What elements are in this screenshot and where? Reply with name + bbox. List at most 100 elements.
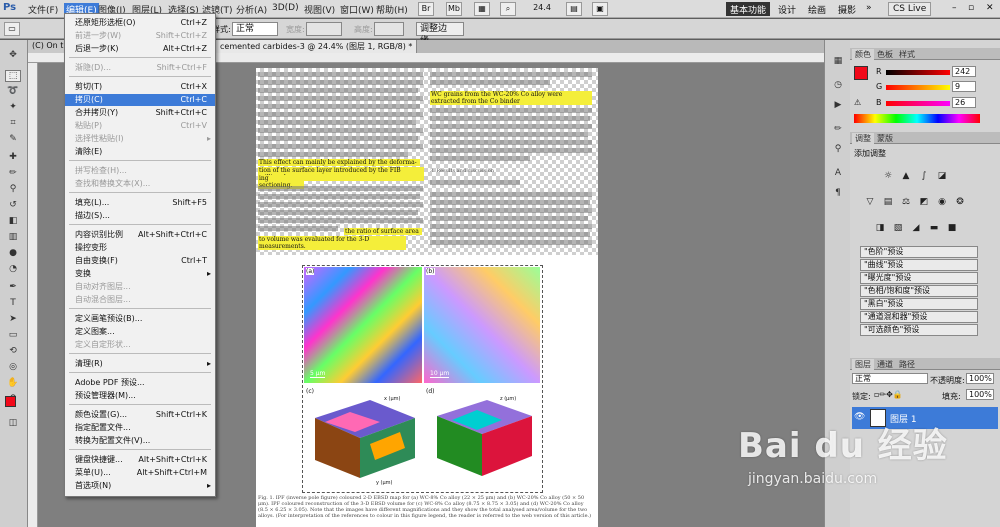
preset-levels[interactable]: "色阶"预设 [860, 246, 978, 258]
menu-find-replace[interactable]: 查找和替换文本(X)... [65, 178, 215, 190]
menu-help[interactable]: 帮助(H) [376, 3, 408, 16]
gamut-warning-icon[interactable]: ⚠ [854, 98, 861, 107]
workspace-painting[interactable]: 绘画 [804, 2, 830, 16]
workspace-more[interactable]: » [862, 2, 876, 16]
menu-pdf-presets[interactable]: Adobe PDF 预设... [65, 377, 215, 389]
menu-define-pattern[interactable]: 定义图案... [65, 326, 215, 338]
menu-auto-align[interactable]: 自动对齐图层... [65, 281, 215, 293]
close-button[interactable]: ✕ [982, 2, 998, 16]
clone-stamp-icon[interactable]: ⚲ [5, 184, 21, 196]
workspace-photography[interactable]: 摄影 [834, 2, 860, 16]
marquee-tool-icon[interactable]: ⬚ [5, 70, 21, 82]
color-balance-icon[interactable]: ⚖ [900, 196, 912, 208]
preset-selective-color[interactable]: "可选颜色"预设 [860, 324, 978, 336]
exposure-icon[interactable]: ◪ [936, 170, 948, 182]
preset-curves[interactable]: "曲线"预设 [860, 259, 978, 271]
preset-channel-mixer[interactable]: "通道混和器"预设 [860, 311, 978, 323]
hand-tool-icon[interactable]: ✋ [5, 378, 21, 390]
g-slider[interactable] [886, 85, 950, 90]
clone-source-icon[interactable]: ⚲ [830, 144, 846, 156]
r-slider[interactable] [886, 70, 950, 75]
preset-hue-saturation[interactable]: "色相/饱和度"预设 [860, 285, 978, 297]
threshold-icon[interactable]: ◢ [910, 222, 922, 234]
menu-spell-check[interactable]: 拼写检查(H)... [65, 165, 215, 177]
menu-step-backward[interactable]: 后退一步(K) Alt+Ctrl+Z [65, 43, 215, 55]
menu-convert-profile[interactable]: 转换为配置文件(V)... [65, 435, 215, 447]
refine-edge-button[interactable]: 调整边缘... [416, 22, 464, 46]
menu-copy-merged[interactable]: 合并拷贝(Y) Shift+Ctrl+C [65, 107, 215, 119]
menu-fade[interactable]: 渐隐(D)... Shift+Ctrl+F [65, 62, 215, 74]
brush-tool-icon[interactable]: ✏ [5, 168, 21, 180]
lasso-tool-icon[interactable]: ➰ [5, 86, 21, 98]
menu-3d[interactable]: 3D(D) [272, 3, 299, 13]
menu-clear[interactable]: 清除(E) [65, 146, 215, 158]
preset-black-white[interactable]: "黑白"预设 [860, 298, 978, 310]
height-field[interactable] [374, 22, 404, 36]
minimize-button[interactable]: – [948, 2, 961, 16]
tab-masks[interactable]: 蒙版 [874, 133, 896, 144]
magic-wand-icon[interactable]: ✦ [5, 102, 21, 114]
menu-paste-special[interactable]: 选择性粘贴(I) ▸ [65, 133, 215, 145]
opacity-field[interactable]: 100% [966, 373, 994, 384]
foreground-color-chip[interactable] [854, 66, 868, 80]
menu-content-aware-scale[interactable]: 内容识别比例 Alt+Shift+Ctrl+C [65, 229, 215, 241]
gradient-tool-icon[interactable]: ▥ [5, 232, 21, 244]
menu-window[interactable]: 窗口(W) [340, 3, 374, 16]
g-value[interactable]: 9 [952, 81, 976, 92]
menu-file[interactable]: 文件(F) [28, 3, 58, 16]
quick-mask-icon[interactable]: ◫ [5, 418, 21, 430]
tab-channels[interactable]: 通道 [874, 359, 896, 370]
menu-view[interactable]: 视图(V) [304, 3, 335, 16]
menu-assign-profile[interactable]: 指定配置文件... [65, 422, 215, 434]
style-select[interactable]: 正常 [232, 22, 278, 36]
menu-undo[interactable]: 还原矩形选框(O) Ctrl+Z [65, 17, 215, 29]
tab-adjustments[interactable]: 调整 [852, 133, 874, 144]
invert-icon[interactable]: ◨ [874, 222, 886, 234]
menu-preset-manager[interactable]: 预设管理器(M)... [65, 390, 215, 402]
tab-swatches[interactable]: 色板 [874, 49, 896, 60]
brightness-icon[interactable]: ☼ [882, 170, 894, 182]
r-value[interactable]: 242 [952, 66, 976, 77]
selective-color-icon[interactable]: ■ [946, 222, 958, 234]
tab-layers[interactable]: 图层 [852, 359, 874, 370]
menu-cut[interactable]: 剪切(T) Ctrl+X [65, 81, 215, 93]
preset-exposure[interactable]: "曝光度"预设 [860, 272, 978, 284]
marquee-preset-icon[interactable]: ▭ [4, 22, 20, 36]
restore-button[interactable]: ▫ [964, 2, 978, 16]
actions-icon[interactable]: ▶ [830, 100, 846, 112]
channel-mixer-icon[interactable]: ❂ [954, 196, 966, 208]
arrange-icon[interactable]: ▤ [566, 2, 582, 16]
menu-paste[interactable]: 粘贴(P) Ctrl+V [65, 120, 215, 132]
path-select-icon[interactable]: ➤ [5, 314, 21, 326]
history-brush-icon[interactable]: ↺ [5, 200, 21, 212]
foreground-color-swatch[interactable] [5, 396, 16, 407]
menu-preferences[interactable]: 首选项(N) ▸ [65, 480, 215, 492]
pen-tool-icon[interactable]: ✒ [5, 282, 21, 294]
document-canvas[interactable]: This effect can mainly be explained by t… [256, 68, 598, 527]
menu-define-shape[interactable]: 定义自定形状... [65, 339, 215, 351]
tab-styles[interactable]: 样式 [896, 49, 918, 60]
curves-icon[interactable]: ∫ [918, 170, 930, 182]
vibrance-icon[interactable]: ▽ [864, 196, 876, 208]
menu-step-forward[interactable]: 前进一步(W) Shift+Ctrl+Z [65, 30, 215, 42]
move-tool-icon[interactable]: ✥ [5, 50, 21, 62]
width-field[interactable] [306, 22, 342, 36]
crop-tool-icon[interactable]: ⌗ [5, 118, 21, 130]
menu-transform[interactable]: 变换 ▸ [65, 268, 215, 280]
lock-icon[interactable]: ▫✏✥🔒 [874, 390, 903, 399]
menu-copy[interactable]: 拷贝(C) Ctrl+C [65, 94, 215, 106]
photo-filter-icon[interactable]: ◉ [936, 196, 948, 208]
color-spectrum[interactable] [854, 114, 980, 123]
history-icon[interactable]: ◷ [830, 80, 846, 92]
tab-document-2[interactable]: cemented carbides-3 @ 24.4% (图层 1, RGB/8… [216, 40, 418, 53]
menu-stroke[interactable]: 描边(S)... [65, 210, 215, 222]
hue-saturation-icon[interactable]: ▤ [882, 196, 894, 208]
bridge-icon[interactable]: Br [418, 2, 434, 16]
menu-menus[interactable]: 菜单(U)... Alt+Shift+Ctrl+M [65, 467, 215, 479]
menu-keyboard-shortcuts[interactable]: 键盘快捷键... Alt+Shift+Ctrl+K [65, 454, 215, 466]
shape-tool-icon[interactable]: ▭ [5, 330, 21, 342]
menu-free-transform[interactable]: 自由变换(F) Ctrl+T [65, 255, 215, 267]
workspace-essentials[interactable]: 基本功能 [726, 2, 771, 16]
eraser-icon[interactable]: ◧ [5, 216, 21, 228]
black-white-icon[interactable]: ◩ [918, 196, 930, 208]
